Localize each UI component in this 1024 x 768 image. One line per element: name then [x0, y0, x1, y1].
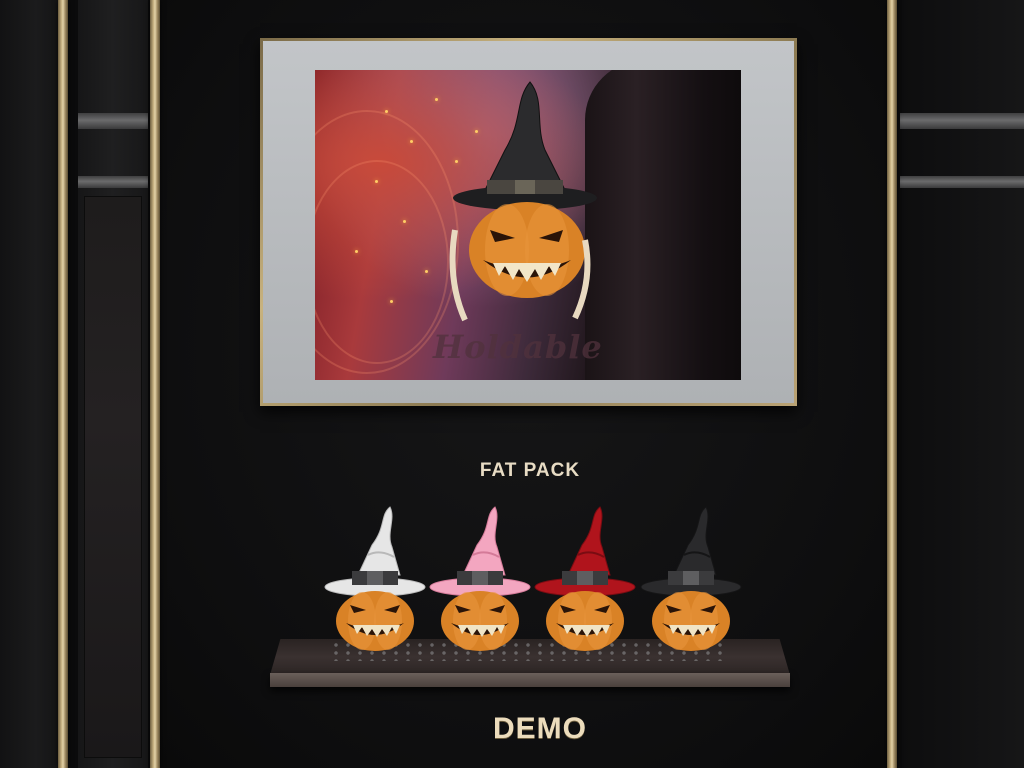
sparkle — [355, 250, 358, 253]
scene: Holdable FAT PACK DEMO — [0, 0, 1024, 768]
gold-pilaster-left-outer — [58, 0, 68, 768]
dark-cloak — [585, 70, 741, 380]
left-wall — [0, 0, 60, 768]
product-red-hat-pumpkin[interactable] — [530, 505, 640, 655]
sparkle — [390, 300, 393, 303]
witch-hat-pumpkin-icon — [640, 506, 742, 651]
poster-artwork[interactable]: Holdable — [315, 70, 741, 380]
sparkle — [425, 270, 428, 273]
witch-hat-pumpkin-icon — [324, 506, 426, 651]
demo-button[interactable]: DEMO — [28, 712, 1024, 746]
gold-pilaster-left-inner — [150, 0, 160, 768]
left-rail-lower — [78, 176, 148, 188]
gold-pilaster-right — [887, 0, 897, 768]
right-rail-upper — [900, 113, 1024, 129]
featured-hat-pumpkin — [449, 81, 597, 322]
sparkle — [385, 110, 388, 113]
witch-hat-pumpkin-icon — [534, 506, 636, 651]
product-white-hat-pumpkin[interactable] — [320, 505, 430, 655]
poster-title: Holdable — [433, 328, 603, 366]
sparkle — [375, 180, 378, 183]
left-rail-upper — [78, 113, 148, 129]
shelf-front — [270, 673, 790, 687]
sparkle — [403, 220, 406, 223]
witch-hat-pumpkin-icon — [429, 506, 531, 651]
product-pink-hat-pumpkin[interactable] — [425, 505, 535, 655]
poster-mat: Holdable — [263, 41, 794, 403]
fat-pack-label: FAT PACK — [479, 460, 581, 481]
product-black-hat-pumpkin[interactable] — [636, 505, 746, 655]
ad-poster-frame[interactable]: Holdable — [260, 38, 797, 406]
sparkle — [410, 140, 413, 143]
right-rail-lower — [900, 176, 1024, 188]
